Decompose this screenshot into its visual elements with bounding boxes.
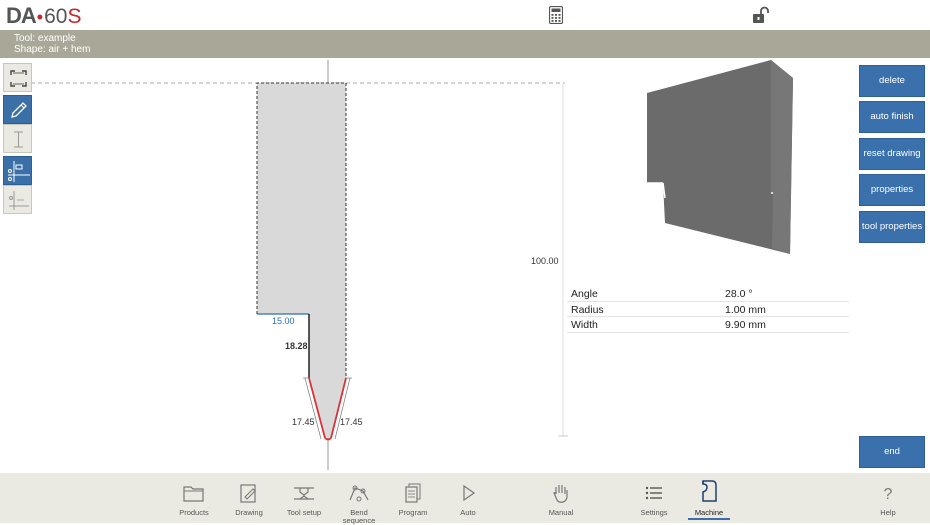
hand-icon (553, 485, 568, 503)
property-row-radius: Radius 1.00 mm (567, 302, 849, 317)
tool-info-bar: Tool: example Shape: air + hem (0, 30, 930, 58)
bend-sequence-icon (349, 485, 369, 502)
property-value: 28.0 ° (725, 288, 753, 300)
nav-label: Manual (548, 508, 574, 517)
dim-height-label[interactable]: 100.00 (531, 256, 559, 266)
folder-icon (183, 486, 204, 502)
nav-tool-setup[interactable]: Tool setup (282, 473, 326, 523)
calculator-icon[interactable] (548, 5, 564, 25)
property-value: 1.00 mm (725, 303, 766, 316)
svg-text:?: ? (884, 486, 893, 503)
property-row-angle: Angle 28.0 ° (567, 286, 849, 302)
logo-model: 60 (44, 5, 68, 28)
tool-body[interactable] (257, 83, 346, 438)
logo-dot: • (36, 7, 44, 27)
fit-frame-icon (10, 70, 27, 87)
list-settings-icon (645, 486, 662, 500)
reference-point-button[interactable] (3, 156, 32, 185)
tool-name-text: Tool: example (14, 33, 76, 44)
logo-suffix: S (67, 5, 82, 28)
reset-drawing-button[interactable]: reset drawing (859, 138, 925, 170)
nav-label: Drawing (235, 508, 263, 517)
property-key: Width (571, 319, 598, 331)
property-key: Radius (571, 303, 604, 316)
nav-label: Machine (694, 508, 724, 517)
nav-label: Program (398, 508, 428, 517)
nav-label: Settings (640, 508, 668, 517)
tool-setup-icon (294, 487, 314, 500)
reference-axes-icon (8, 161, 30, 182)
da-60s-logo: DA • 60 S (6, 3, 82, 28)
dim-right-tip-label[interactable]: 17.45 (340, 417, 363, 427)
nav-label: Help (880, 508, 896, 517)
nav-label: Auto (460, 508, 476, 517)
property-row-width: Width 9.90 mm (567, 317, 849, 333)
tool-properties-table: Angle 28.0 ° Radius 1.00 mm Width 9.90 m… (567, 286, 849, 333)
nav-auto[interactable]: Auto (446, 473, 490, 523)
zoom-fit-button[interactable] (3, 63, 32, 92)
nav-manual[interactable]: Manual (539, 473, 583, 523)
axis-origin-button[interactable] (3, 185, 32, 214)
property-key: Angle (571, 288, 598, 300)
play-icon (463, 484, 476, 502)
nav-drawing[interactable]: Drawing (227, 473, 271, 523)
top-bar: DA • 60 S (0, 0, 930, 30)
bottom-navigation-bar: Products Drawing Tool setup Bend sequenc… (0, 473, 930, 525)
nav-program[interactable]: Program (391, 473, 435, 523)
edit-drawing-button[interactable] (3, 95, 32, 124)
nav-help[interactable]: ? Help (866, 473, 910, 523)
delete-button[interactable]: delete (859, 65, 925, 97)
tool-3d-side-face (771, 60, 793, 254)
tool-3d-preview (647, 60, 793, 254)
end-button[interactable]: end (859, 436, 925, 468)
vertical-dimension-button[interactable] (3, 124, 32, 153)
question-mark-icon: ? (884, 486, 893, 503)
nav-products[interactable]: Products (172, 473, 216, 523)
machine-icon (702, 480, 717, 502)
logo-da: DA (6, 3, 37, 28)
program-pages-icon (405, 483, 421, 503)
properties-button[interactable]: properties (859, 174, 925, 206)
dim-width-label[interactable]: 15.00 (272, 316, 295, 326)
drawing-pencil-icon (240, 484, 256, 503)
vertical-dimension-icon (14, 131, 23, 148)
active-nav-indicator (688, 518, 730, 520)
nav-settings[interactable]: Settings (632, 473, 676, 523)
property-value: 9.90 mm (725, 319, 766, 331)
dim-neck-label[interactable]: 18.28 (285, 341, 308, 351)
axis-origin-icon (9, 191, 29, 210)
dim-left-tip-label[interactable]: 17.45 (292, 417, 315, 427)
unlocked-padlock-icon[interactable] (752, 6, 770, 24)
nav-bend-sequence[interactable]: Bend sequence (337, 473, 381, 525)
tool-shape-text: Shape: air + hem (14, 44, 91, 55)
auto-finish-button[interactable]: auto finish (859, 101, 925, 133)
nav-label: Tool setup (286, 508, 322, 517)
drawing-area[interactable]: 100.00 15.00 18.28 17.45 17.45 Angle 28.… (0, 58, 855, 473)
nav-machine[interactable]: Machine (686, 473, 732, 523)
tool-properties-button[interactable]: tool properties (859, 211, 925, 243)
pencil-icon (11, 102, 27, 118)
nav-label: Products (179, 508, 209, 517)
